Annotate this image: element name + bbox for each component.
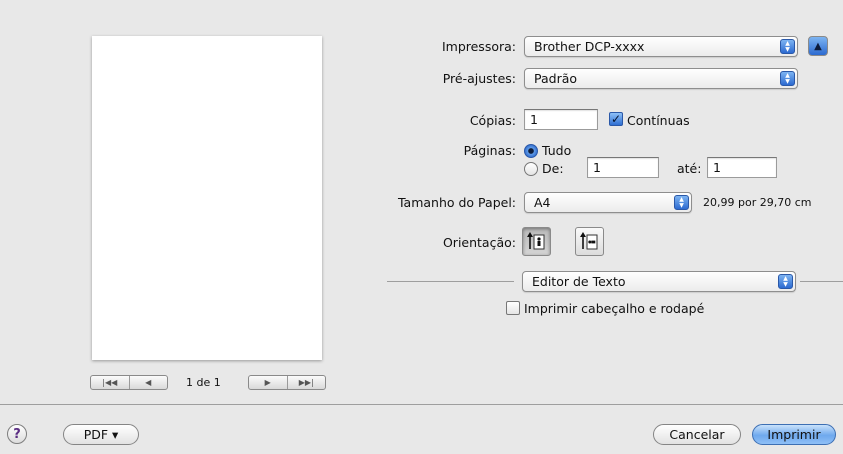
pages-from-field[interactable]: 1	[587, 157, 659, 178]
previous-page-icon[interactable]: ◀	[128, 376, 168, 389]
section-divider-right	[800, 281, 843, 282]
pages-all-label: Tudo	[542, 143, 572, 158]
presets-popup[interactable]: Padrão ▲ ▼	[524, 68, 798, 89]
landscape-icon	[580, 232, 598, 250]
app-section-popup[interactable]: Editor de Texto ▲ ▼	[522, 271, 796, 292]
paper-size-popup[interactable]: A4 ▲ ▼	[524, 192, 692, 213]
printer-label: Impressora:	[441, 39, 516, 54]
paper-size-value: A4	[534, 195, 551, 210]
app-section-value: Editor de Texto	[532, 274, 626, 289]
help-icon: ?	[13, 426, 21, 442]
help-button[interactable]: ?	[7, 424, 27, 444]
section-divider-left	[387, 281, 514, 282]
collated-label: Contínuas	[627, 113, 690, 128]
printer-popup[interactable]: Brother DCP-xxxx ▲ ▼	[524, 36, 798, 57]
header-footer-checkbox[interactable]	[506, 301, 520, 315]
pages-label: Páginas:	[463, 143, 516, 158]
popup-arrows-icon: ▲ ▼	[780, 39, 795, 54]
presets-value: Padrão	[534, 71, 578, 86]
footer-divider	[0, 404, 843, 405]
pages-to-label: até:	[677, 161, 702, 176]
presets-label: Pré-ajustes:	[442, 71, 516, 86]
orientation-landscape-button[interactable]	[575, 227, 604, 256]
orientation-portrait-button[interactable]	[522, 227, 551, 256]
pages-all-radio[interactable]	[524, 144, 538, 158]
paper-dimensions: 20,99 por 29,70 cm	[703, 196, 812, 209]
next-page-icon[interactable]: ▶	[249, 376, 287, 389]
popup-arrows-icon: ▲ ▼	[674, 195, 689, 210]
header-footer-label: Imprimir cabeçalho e rodapé	[524, 301, 705, 316]
printer-value: Brother DCP-xxxx	[534, 39, 645, 54]
pdf-menu-button[interactable]: PDF ▾	[63, 424, 139, 445]
disclosure-up-icon: ▲	[814, 40, 822, 52]
pages-range-radio[interactable]	[524, 162, 538, 176]
preview-forward-nav: ▶ ▶▶|	[248, 375, 326, 390]
page-counter: 1 de 1	[186, 376, 221, 389]
copies-field[interactable]: 1	[524, 109, 598, 130]
collated-checkbox[interactable]: ✓	[609, 112, 623, 126]
portrait-icon	[527, 232, 545, 250]
popup-arrows-icon: ▲ ▼	[780, 71, 795, 86]
orientation-label: Orientação:	[442, 235, 516, 250]
preview-back-nav: |◀◀ ◀	[90, 375, 168, 390]
cancel-button[interactable]: Cancelar	[653, 424, 741, 445]
last-page-icon[interactable]: ▶▶|	[286, 376, 326, 389]
pages-to-field[interactable]: 1	[707, 157, 777, 178]
print-button[interactable]: Imprimir	[752, 424, 836, 445]
popup-arrows-icon: ▲ ▼	[778, 274, 793, 289]
pages-from-label: De:	[542, 161, 564, 176]
first-page-icon[interactable]: |◀◀	[91, 376, 129, 389]
copies-label: Cópias:	[469, 113, 516, 128]
expand-dialog-button[interactable]: ▲	[808, 36, 828, 56]
print-preview-page	[92, 36, 322, 360]
paper-size-label: Tamanho do Papel:	[397, 195, 516, 210]
